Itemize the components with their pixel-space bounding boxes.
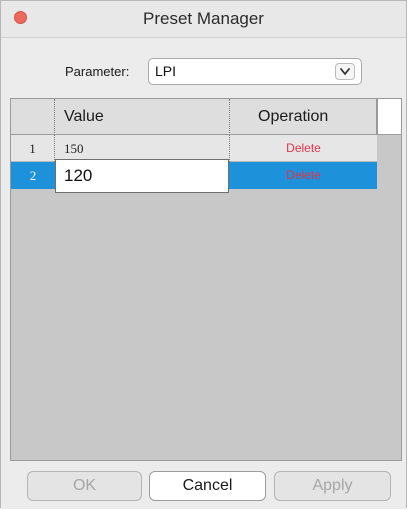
header-operation-label: Operation: [258, 108, 329, 125]
button-bar: OK Cancel Apply: [1, 463, 406, 509]
preset-manager-window: Preset Manager Parameter: LPI Value Oper…: [0, 0, 407, 509]
table-row[interactable]: 1 150 Delete: [11, 135, 377, 162]
delete-button[interactable]: Delete: [230, 162, 377, 189]
header-value[interactable]: Value: [55, 99, 230, 135]
row-index: 2: [29, 168, 37, 183]
delete-button[interactable]: Delete: [230, 135, 377, 162]
header-operation[interactable]: Operation: [230, 99, 377, 135]
apply-button[interactable]: Apply: [274, 471, 391, 501]
chevron-down-icon[interactable]: [335, 63, 355, 80]
row-index: 1: [11, 135, 55, 162]
header-filler: [377, 99, 401, 135]
parameter-label: Parameter:: [65, 64, 130, 79]
parameter-selected-value: LPI: [155, 63, 177, 79]
cancel-button[interactable]: Cancel: [149, 471, 266, 501]
ok-button[interactable]: OK: [27, 471, 142, 501]
value-edit-field[interactable]: 120: [55, 159, 229, 193]
header-value-label: Value: [64, 108, 104, 125]
row-value[interactable]: 150: [55, 135, 230, 162]
header-index: [11, 99, 55, 135]
preset-table: Value Operation 1 150 Delete 2 120 Delet…: [10, 98, 402, 461]
window-title: Preset Manager: [143, 9, 264, 28]
table-row-selected[interactable]: 2 120 Delete: [11, 159, 377, 193]
parameter-select[interactable]: LPI: [148, 58, 362, 85]
title-bar[interactable]: Preset Manager: [1, 1, 406, 38]
